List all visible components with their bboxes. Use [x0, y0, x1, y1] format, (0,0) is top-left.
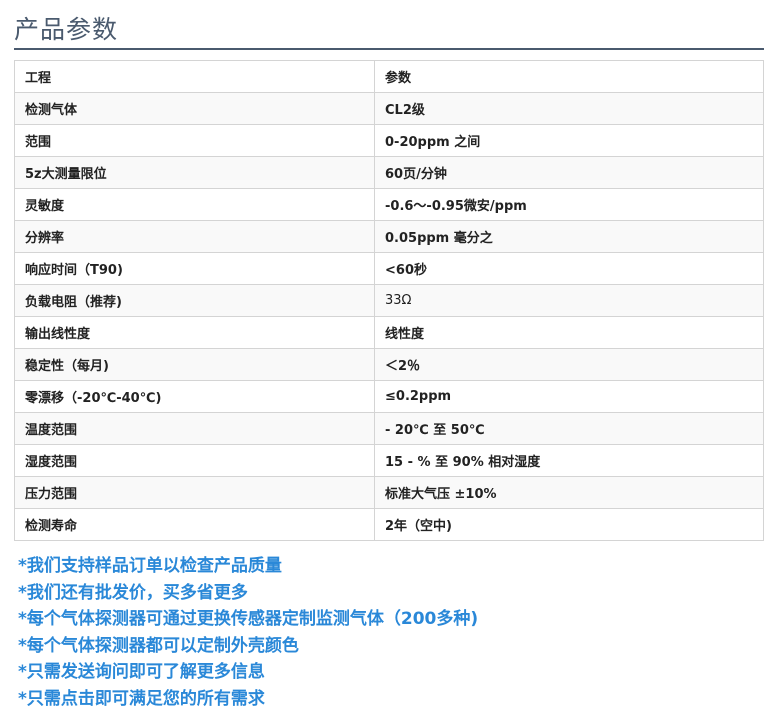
param-value: 标准大气压 ±10% — [374, 476, 764, 509]
table-row: 压力范围 标准大气压 ±10% — [14, 476, 764, 509]
table-row: 湿度范围 15 - % 至 90% 相对湿度 — [14, 444, 764, 477]
page-title: 产品参数 — [14, 15, 119, 44]
param-value: 0.05ppm 毫分之 — [374, 220, 764, 253]
table-row: 响应时间（T90) <60秒 — [14, 252, 764, 285]
param-value: -0.6～-0.95微安/ppm — [374, 188, 764, 221]
note-item: *只需发送询问即可了解更多信息 — [18, 662, 265, 682]
param-value: - 20℃ 至 50℃ — [374, 412, 764, 445]
table-row: 工程 参数 — [14, 60, 764, 93]
table-row: 灵敏度 -0.6～-0.95微安/ppm — [14, 188, 764, 221]
param-value: CL2级 — [374, 92, 764, 125]
table-row: 稳定性（每月) ＜2％ — [14, 348, 764, 381]
table-row: 范围 0-20ppm 之间 — [14, 124, 764, 157]
table-row: 输出线性度 线性度 — [14, 316, 764, 349]
param-value: <60秒 — [374, 252, 764, 285]
param-label: 输出线性度 — [14, 316, 375, 349]
param-value: 2年（空中) — [374, 508, 764, 541]
param-label: 响应时间（T90) — [14, 252, 375, 285]
param-label: 负载电阻（推荐) — [14, 284, 375, 317]
param-value: ＜2％ — [374, 348, 764, 381]
note-item: *我们还有批发价，买多省更多 — [18, 582, 248, 603]
param-value: 15 - % 至 90% 相对湿度 — [374, 444, 764, 477]
param-label: 工程 — [14, 60, 375, 93]
table-row: 分辨率 0.05ppm 毫分之 — [14, 220, 764, 253]
param-label: 检测气体 — [14, 92, 375, 125]
table-row: 温度范围 - 20℃ 至 50℃ — [14, 412, 764, 445]
table-row: 零漂移（-20℃-40℃) ≤0.2ppm — [14, 380, 764, 413]
param-label: 压力范围 — [14, 476, 375, 509]
param-value: 线性度 — [374, 316, 764, 349]
parameter-table: 工程 参数 检测气体 CL2级 范围 0-20ppm 之间 5z大测量限位 60… — [14, 60, 764, 541]
param-label: 零漂移（-20℃-40℃) — [14, 380, 375, 413]
param-value: 参数 — [374, 60, 764, 93]
param-label: 灵敏度 — [14, 188, 375, 221]
param-value: 60页/分钟 — [374, 156, 764, 189]
param-label: 湿度范围 — [14, 444, 375, 477]
title-bar: 产品参数 — [14, 8, 764, 50]
table-row: 检测寿命 2年（空中) — [14, 508, 764, 541]
table-row: 负载电阻（推荐) 33Ω — [14, 284, 764, 317]
param-label: 检测寿命 — [14, 508, 375, 541]
note-item: *每个气体探测器都可以定制外壳颜色 — [18, 635, 299, 656]
param-label: 分辨率 — [14, 220, 375, 253]
param-value: 33Ω — [374, 284, 764, 317]
table-row: 检测气体 CL2级 — [14, 92, 764, 125]
table-row: 5z大测量限位 60页/分钟 — [14, 156, 764, 189]
param-value: 0-20ppm 之间 — [374, 124, 764, 157]
param-label: 范围 — [14, 124, 375, 157]
note-item: *每个气体探测器可通过更换传感器定制监测气体（200多种) — [18, 609, 479, 629]
feature-notes: *我们支持样品订单以检查产品质量 *我们还有批发价，买多省更多 *每个气体探测器… — [18, 553, 768, 712]
note-item: *只需点击即可满足您的所有需求 — [18, 688, 265, 709]
param-value: ≤0.2ppm — [374, 380, 764, 413]
param-label: 5z大测量限位 — [14, 156, 375, 189]
param-label: 温度范围 — [14, 412, 375, 445]
param-label: 稳定性（每月) — [14, 348, 375, 381]
note-item: *我们支持样品订单以检查产品质量 — [18, 556, 282, 576]
